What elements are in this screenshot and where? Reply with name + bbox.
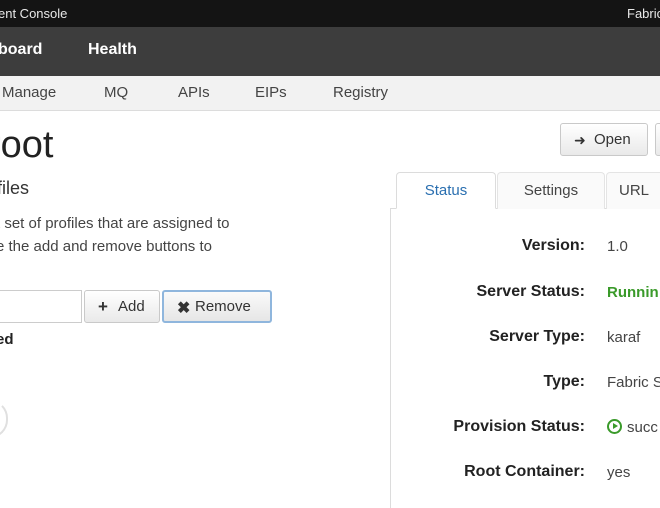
window-title-bar: ent Console Fabric: [0, 0, 660, 27]
page-title: root: [0, 124, 54, 166]
tab-url-label: URL: [619, 182, 650, 199]
root-container-label: Root Container:: [464, 463, 585, 480]
profiles-description: t set of profiles that are assigned to e…: [0, 212, 229, 258]
fabric-label: Fabric: [627, 6, 660, 21]
server-status-label: Server Status:: [476, 283, 586, 300]
profiles-section-title: files: [0, 178, 30, 198]
type-label: Type:: [543, 373, 585, 390]
more-button[interactable]: [655, 123, 660, 156]
add-button-label: Add: [118, 298, 145, 315]
sign-in-icon: ➜: [574, 132, 586, 148]
subnav-apis[interactable]: APIs: [178, 84, 210, 101]
version-label: Version:: [521, 237, 585, 254]
description-line: e the add and remove buttons to: [0, 238, 212, 255]
open-button-label: Open: [594, 131, 631, 148]
add-button[interactable]: + Add: [84, 290, 160, 323]
assigned-profiles-label: ed: [0, 331, 14, 348]
open-button[interactable]: ➜ Open: [560, 123, 648, 156]
plus-icon: +: [98, 297, 108, 316]
server-status-value: Runnin: [607, 284, 659, 301]
profile-input[interactable]: [0, 290, 82, 323]
nav-dashboard[interactable]: board: [0, 41, 42, 59]
tab-url[interactable]: URL: [606, 172, 660, 209]
tab-settings[interactable]: Settings: [497, 172, 605, 209]
nav-health[interactable]: Health: [88, 41, 137, 59]
subnav-registry[interactable]: Registry: [333, 84, 388, 101]
remove-button-label: Remove: [195, 298, 251, 315]
provision-status-label: Provision Status:: [453, 418, 585, 435]
type-value: Fabric S: [607, 374, 660, 391]
version-value: 1.0: [607, 238, 628, 255]
provision-status-value: succ: [607, 419, 658, 436]
decorative-arc: [0, 400, 8, 438]
server-type-label: Server Type:: [489, 328, 585, 345]
root-container-value: yes: [607, 464, 631, 481]
subnav-manage[interactable]: Manage: [2, 84, 56, 101]
tab-settings-label: Settings: [523, 182, 579, 199]
provision-status-text: succ: [627, 419, 658, 436]
play-circle-icon: [607, 419, 622, 434]
tab-status[interactable]: Status: [396, 172, 496, 209]
x-icon: ✖: [177, 300, 191, 317]
subnav-eips[interactable]: EIPs: [255, 84, 287, 101]
description-line: t set of profiles that are assigned to: [0, 215, 230, 232]
sub-navbar: Manage MQ APIs EIPs Registry: [0, 76, 660, 111]
window-title: ent Console: [0, 6, 68, 21]
tab-status-label: Status: [424, 182, 468, 199]
subnav-mq[interactable]: MQ: [104, 84, 128, 101]
main-navbar: board Health: [0, 27, 660, 76]
remove-button[interactable]: ✖ Remove: [162, 290, 272, 323]
server-type-value: karaf: [607, 329, 641, 346]
